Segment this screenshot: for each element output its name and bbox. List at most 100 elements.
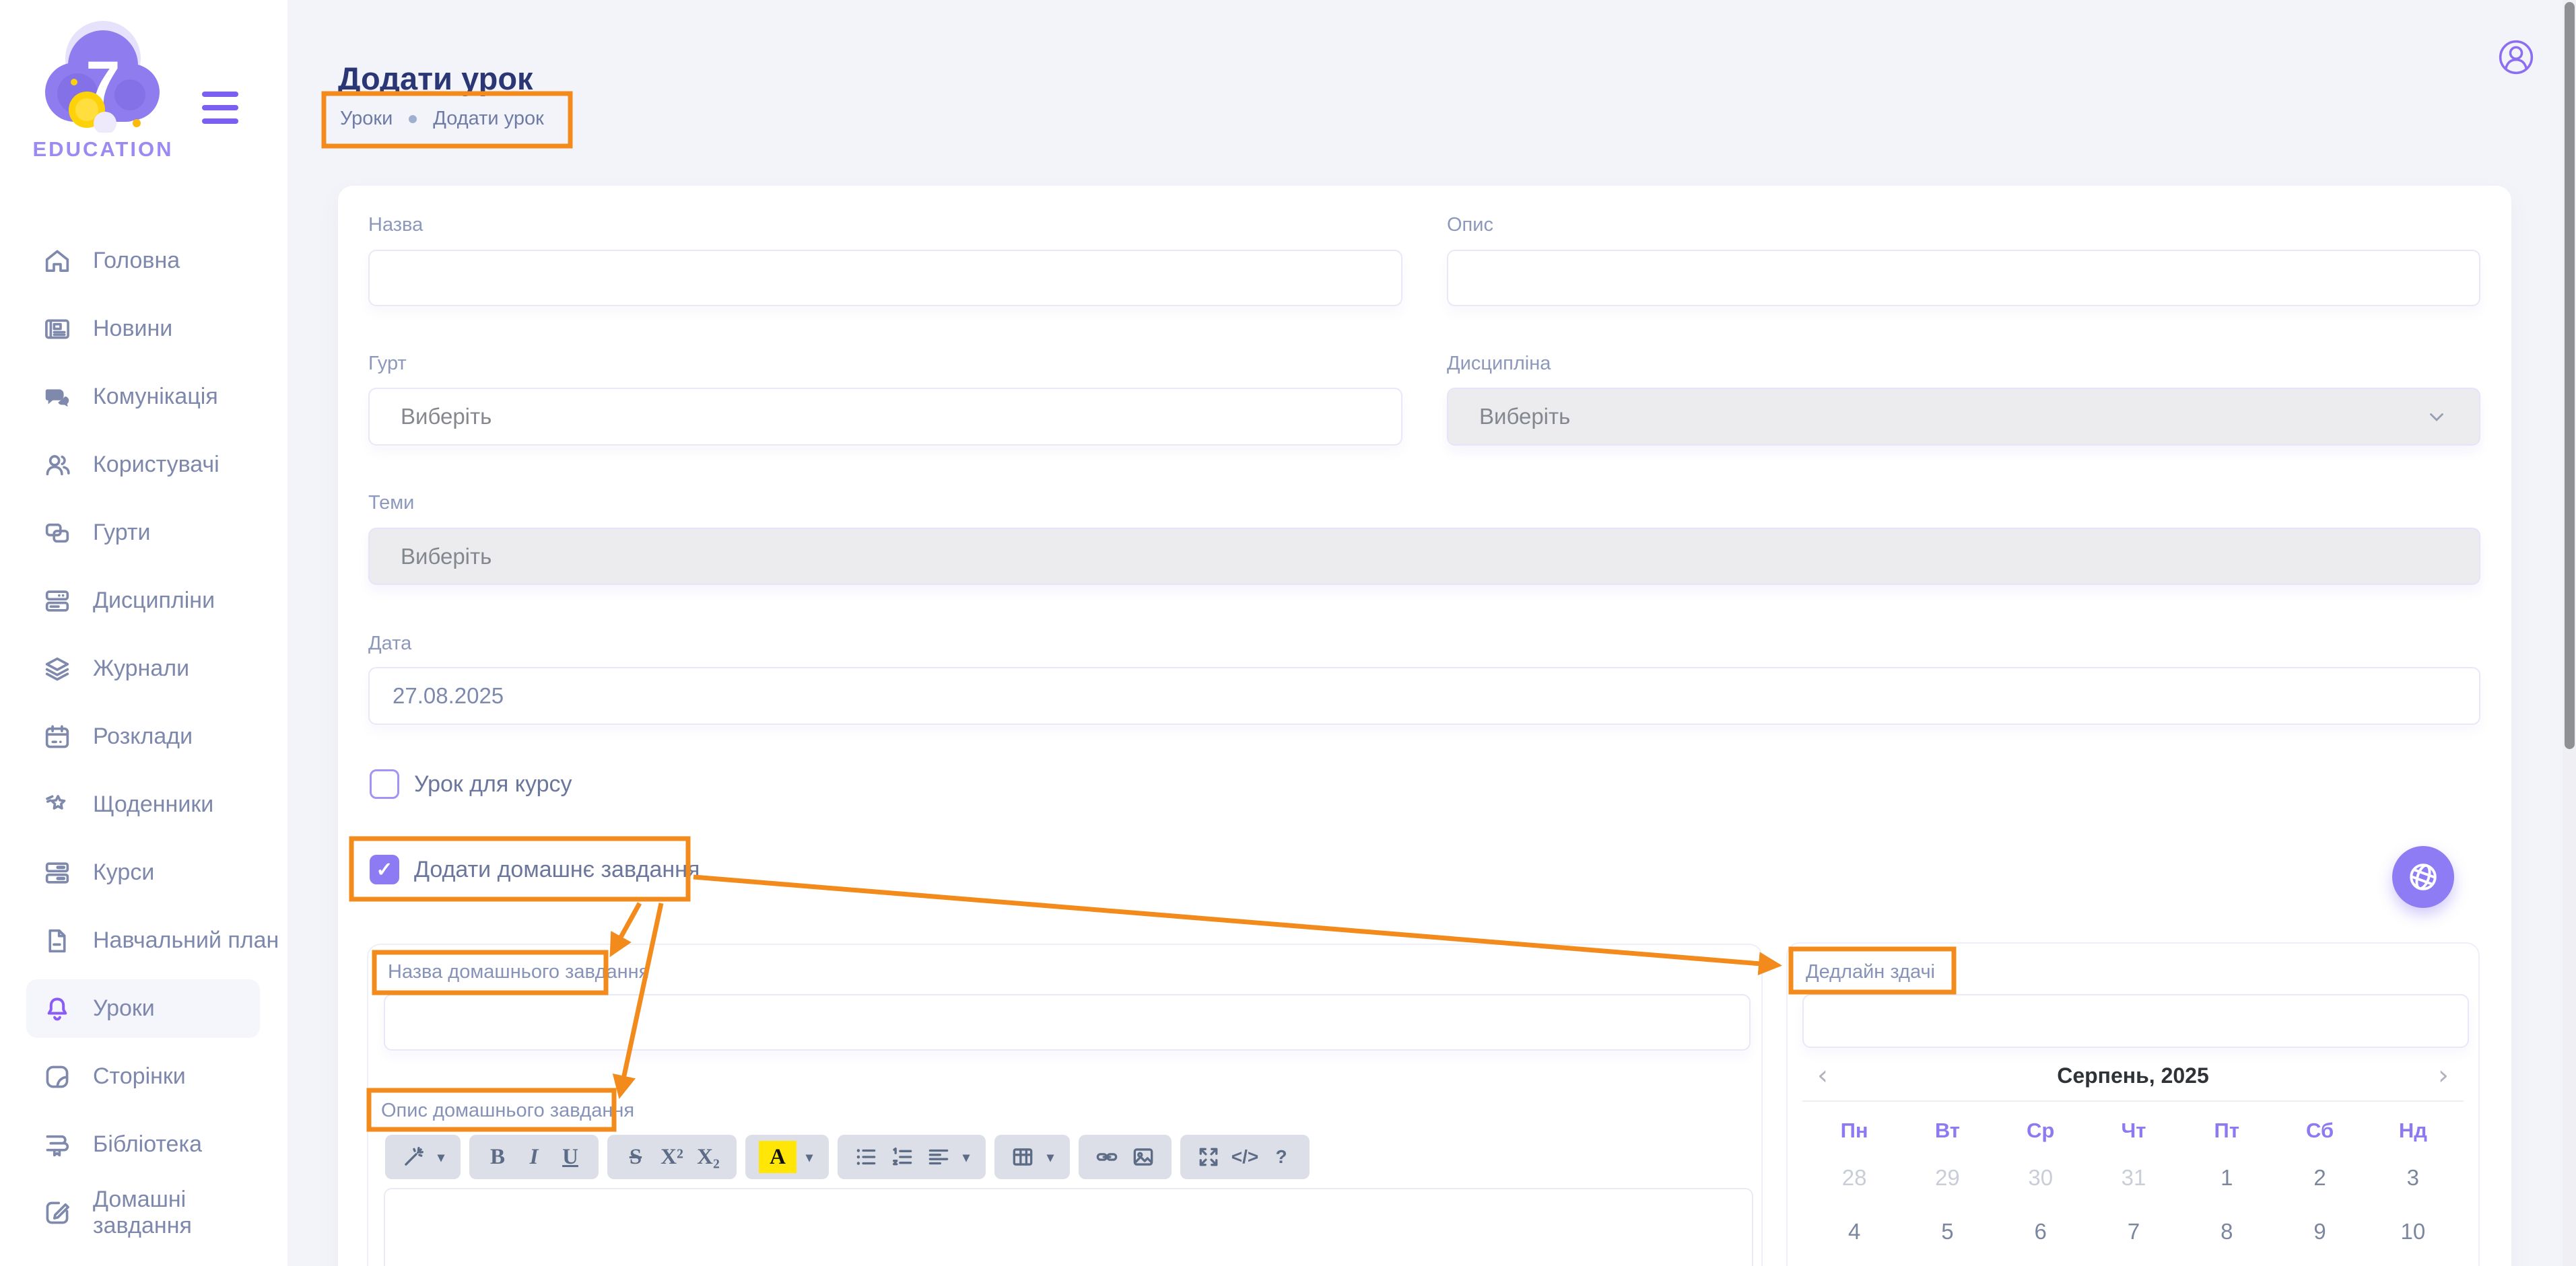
library-icon [42, 1129, 73, 1160]
image-icon[interactable] [1128, 1138, 1158, 1176]
sidebar-item-label: Комунікація [93, 384, 218, 410]
breadcrumb-lessons[interactable]: Уроки [340, 108, 393, 130]
globe-icon [2406, 859, 2441, 894]
calendar-day[interactable]: 3 [2367, 1151, 2460, 1205]
course-lesson-checkbox-label[interactable]: Урок для курсу [414, 771, 572, 798]
cloud-7-logo-icon: 7 [36, 17, 170, 133]
name-label: Назва [368, 214, 423, 236]
sidebar-item-groups[interactable]: Гурти [0, 499, 287, 567]
calendar-day[interactable]: 28 [1808, 1151, 1901, 1205]
homework-description-label: Опис домашнього завдання [381, 1100, 634, 1122]
format-wand-icon[interactable] [399, 1138, 428, 1176]
sidebar-item-bell[interactable]: Уроки [0, 975, 287, 1043]
calendar-weekday: Нд [2367, 1111, 2460, 1151]
homework-name-input[interactable] [384, 994, 1751, 1051]
calendar-header: ‹ Серпень, 2025 › [1802, 1058, 2464, 1093]
add-homework-checkbox[interactable]: ✓ [370, 855, 399, 884]
calendar-day[interactable]: 2 [2273, 1151, 2366, 1205]
deadline-input[interactable] [1802, 994, 2469, 1048]
calendar-day[interactable]: 7 [2087, 1205, 2180, 1259]
bullet-list-icon[interactable] [851, 1138, 881, 1176]
font-color-icon[interactable]: A [759, 1141, 796, 1173]
news-icon [42, 314, 73, 345]
calendar-day[interactable]: 8 [2180, 1205, 2273, 1259]
sidebar-item-chat[interactable]: Комунікація [0, 363, 287, 431]
link-icon[interactable] [1092, 1138, 1122, 1176]
discipline-select[interactable]: Виберіть [1447, 388, 2480, 446]
breadcrumb: Уроки Додати урок [340, 108, 544, 130]
calendar-day[interactable]: 9 [2273, 1205, 2366, 1259]
calendar-day[interactable]: 29 [1901, 1151, 1994, 1205]
toolbar-group: </>? [1180, 1135, 1310, 1179]
disciplines-icon [42, 586, 73, 617]
underline-icon[interactable]: U [555, 1138, 585, 1176]
calendar-day[interactable]: 4 [1808, 1205, 1901, 1259]
sidebar-item-news[interactable]: Новини [0, 295, 287, 363]
sidebar-item-journals[interactable]: Журнали [0, 635, 287, 703]
topics-select[interactable]: Виберіть [368, 528, 2480, 585]
sidebar-item-label: Навчальний план [93, 927, 279, 954]
date-input[interactable]: 27.08.2025 [368, 667, 2480, 725]
help-icon[interactable]: ? [1266, 1138, 1296, 1176]
toolbar-group: BIU [469, 1135, 599, 1179]
pages-icon [42, 1061, 73, 1092]
sidebar-item-home[interactable]: Головна [0, 227, 287, 295]
app-logo: 7 EDUCATION [22, 17, 184, 162]
scrollbar-thumb[interactable] [2565, 2, 2575, 749]
rich-text-toolbar: ▾BIUSX²X₂A▾▾▾</>? [385, 1135, 1310, 1179]
ordered-list-icon[interactable] [887, 1138, 917, 1176]
sidebar-item-label: Головна [93, 248, 180, 274]
caret-icon[interactable]: ▾ [803, 1138, 815, 1176]
calendar-day[interactable]: 1 [2180, 1151, 2273, 1205]
sidebar-item-label: Дисципліни [93, 588, 215, 614]
sidebar-item-calendar[interactable]: Розклади [0, 703, 287, 771]
calendar-day[interactable]: 6 [1994, 1205, 2087, 1259]
sidebar-item-homework[interactable]: Домашні завдання [0, 1179, 287, 1246]
sidebar-item-library[interactable]: Бібліотека [0, 1111, 287, 1179]
breadcrumb-separator-dot [409, 115, 417, 123]
menu-toggle-icon[interactable] [202, 92, 238, 124]
calendar-day[interactable]: 30 [1994, 1151, 2087, 1205]
sidebar-item-label: Бібліотека [93, 1131, 202, 1158]
calendar-day[interactable]: 31 [2087, 1151, 2180, 1205]
calendar-day[interactable]: 10 [2367, 1205, 2460, 1259]
strikethrough-icon[interactable]: S [621, 1138, 650, 1176]
sidebar-item-pages[interactable]: Сторінки [0, 1043, 287, 1111]
toolbar-group: ▾ [994, 1135, 1070, 1179]
caret-icon[interactable]: ▾ [960, 1138, 972, 1176]
course-lesson-checkbox[interactable] [370, 769, 399, 799]
bold-icon[interactable]: B [483, 1138, 512, 1176]
caret-icon[interactable]: ▾ [435, 1138, 447, 1176]
sidebar-item-label: Домашні завдання [93, 1187, 287, 1239]
name-input[interactable] [368, 250, 1402, 306]
sidebar-item-diary[interactable]: Щоденники [0, 771, 287, 839]
add-homework-checkbox-label[interactable]: Додати домашнє завдання [414, 857, 700, 883]
italic-icon[interactable]: I [519, 1138, 549, 1176]
date-label: Дата [368, 633, 411, 655]
table-icon[interactable] [1008, 1138, 1038, 1176]
sidebar-item-disciplines[interactable]: Дисципліни [0, 567, 287, 635]
toolbar-group: ▾ [838, 1135, 986, 1179]
description-input[interactable] [1447, 250, 2480, 306]
brand-name: EDUCATION [22, 137, 184, 162]
sidebar-item-curriculum[interactable]: Навчальний план [0, 907, 287, 975]
calendar-next-icon[interactable]: › [2423, 1060, 2464, 1091]
user-profile-button[interactable] [2498, 39, 2534, 75]
code-icon[interactable]: </> [1230, 1138, 1260, 1176]
calendar-icon [42, 722, 73, 752]
theme-globe-button[interactable] [2392, 846, 2454, 908]
sidebar-item-users[interactable]: Користувачі [0, 431, 287, 499]
sidebar-item-courses[interactable]: Курси [0, 839, 287, 907]
calendar-day[interactable]: 5 [1901, 1205, 1994, 1259]
calendar-prev-icon[interactable]: ‹ [1802, 1060, 1843, 1091]
group-select[interactable]: Виберіть [368, 388, 1402, 446]
sidebar-item-label: Сторінки [93, 1063, 186, 1090]
fullscreen-icon[interactable] [1194, 1138, 1223, 1176]
calendar-weekday: Вт [1901, 1111, 1994, 1151]
superscript-icon[interactable]: X² [657, 1138, 687, 1176]
align-icon[interactable] [924, 1138, 953, 1176]
caret-icon[interactable]: ▾ [1044, 1138, 1056, 1176]
homework-description-editor[interactable] [384, 1188, 1753, 1266]
groups-icon [42, 518, 73, 549]
subscript-icon[interactable]: X₂ [693, 1138, 723, 1176]
